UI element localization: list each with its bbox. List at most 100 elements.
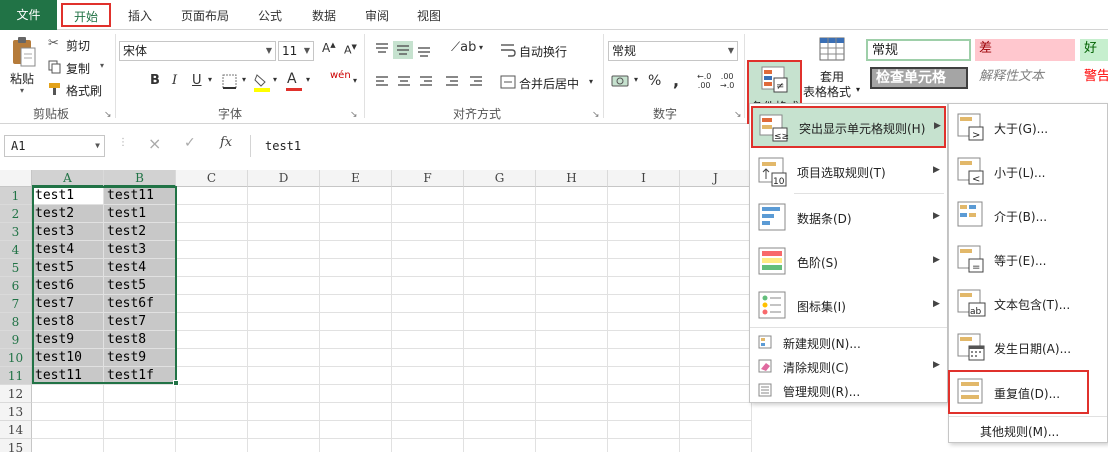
cell-a2[interactable]: test2: [32, 205, 104, 223]
row-header[interactable]: 15: [0, 439, 32, 452]
cell-j10[interactable]: [680, 349, 752, 367]
style-good[interactable]: 好: [1080, 39, 1108, 61]
cell-h3[interactable]: [536, 223, 608, 241]
cell-e10[interactable]: [320, 349, 392, 367]
cell-h7[interactable]: [536, 295, 608, 313]
cell-d8[interactable]: [248, 313, 320, 331]
cell-f12[interactable]: [392, 385, 464, 403]
cell-g15[interactable]: [464, 439, 536, 452]
copy-button[interactable]: 复制: [66, 60, 90, 77]
tab-data[interactable]: 数据: [302, 4, 346, 28]
submenu-greater-than[interactable]: > 大于(G)...: [949, 106, 1107, 150]
cell-a3[interactable]: test3: [32, 223, 104, 241]
cell-b10[interactable]: test9: [104, 349, 176, 367]
cell-h12[interactable]: [536, 385, 608, 403]
cell-e13[interactable]: [320, 403, 392, 421]
cell-j1[interactable]: [680, 187, 752, 205]
row-header[interactable]: 13: [0, 403, 32, 421]
underline-button[interactable]: U: [192, 73, 202, 88]
merge-dropdown-icon[interactable]: ▾: [589, 77, 593, 86]
row-header[interactable]: 5: [0, 259, 32, 277]
menu-manage-rules[interactable]: 管理规则(R)...: [750, 379, 947, 401]
paste-icon[interactable]: [10, 36, 36, 68]
name-box[interactable]: A1 ▼: [4, 135, 105, 157]
cell-h5[interactable]: [536, 259, 608, 277]
cell-b14[interactable]: [104, 421, 176, 439]
cell-h4[interactable]: [536, 241, 608, 259]
cell-a8[interactable]: test8: [32, 313, 104, 331]
cell-j6[interactable]: [680, 277, 752, 295]
submenu-date-occurring[interactable]: 发生日期(A)...: [949, 326, 1107, 370]
column-header-b[interactable]: B: [104, 170, 176, 187]
cell-e5[interactable]: [320, 259, 392, 277]
font-color-dropdown-icon[interactable]: ▾: [306, 75, 310, 84]
cell-e6[interactable]: [320, 277, 392, 295]
cell-b15[interactable]: [104, 439, 176, 452]
cell-i9[interactable]: [608, 331, 680, 349]
cell-e14[interactable]: [320, 421, 392, 439]
tab-page-layout[interactable]: 页面布局: [172, 4, 238, 28]
borders-icon[interactable]: [222, 74, 238, 90]
cell-g1[interactable]: [464, 187, 536, 205]
percent-button[interactable]: %: [648, 73, 661, 89]
cell-d2[interactable]: [248, 205, 320, 223]
cell-b8[interactable]: test7: [104, 313, 176, 331]
cell-c6[interactable]: [176, 277, 248, 295]
column-header-i[interactable]: I: [608, 170, 680, 187]
formula-input[interactable]: test1: [250, 135, 750, 157]
cell-h15[interactable]: [536, 439, 608, 452]
cell-j11[interactable]: [680, 367, 752, 385]
format-as-table-dropdown-icon[interactable]: ▾: [856, 85, 860, 94]
fill-color-dropdown-icon[interactable]: ▾: [273, 75, 277, 84]
cell-i7[interactable]: [608, 295, 680, 313]
format-as-table-label-2[interactable]: 表格格式: [803, 83, 851, 100]
cell-c10[interactable]: [176, 349, 248, 367]
cell-i12[interactable]: [608, 385, 680, 403]
cell-e15[interactable]: [320, 439, 392, 452]
phonetic-dropdown-icon[interactable]: ▾: [353, 76, 357, 85]
orientation-dropdown-icon[interactable]: ▾: [479, 43, 483, 52]
insert-function-icon[interactable]: fx: [220, 135, 232, 150]
tab-formulas[interactable]: 公式: [248, 4, 292, 28]
paste-dropdown-icon[interactable]: ▾: [20, 86, 24, 95]
cell-i13[interactable]: [608, 403, 680, 421]
comma-button[interactable]: ,: [673, 71, 679, 90]
cell-j9[interactable]: [680, 331, 752, 349]
cell-b7[interactable]: test6f: [104, 295, 176, 313]
cell-c11[interactable]: [176, 367, 248, 385]
number-launcher-icon[interactable]: ↘: [734, 110, 742, 120]
row-header[interactable]: 9: [0, 331, 32, 349]
cell-h1[interactable]: [536, 187, 608, 205]
cell-g11[interactable]: [464, 367, 536, 385]
style-bad[interactable]: 差: [975, 39, 1075, 61]
cell-f4[interactable]: [392, 241, 464, 259]
cell-h8[interactable]: [536, 313, 608, 331]
cell-j13[interactable]: [680, 403, 752, 421]
cell-a4[interactable]: test4: [32, 241, 104, 259]
cell-b4[interactable]: test3: [104, 241, 176, 259]
cell-c8[interactable]: [176, 313, 248, 331]
cell-i3[interactable]: [608, 223, 680, 241]
orientation-icon[interactable]: ⟋ab: [451, 40, 476, 55]
cell-a1[interactable]: test1: [32, 187, 104, 205]
fill-handle[interactable]: [173, 380, 179, 386]
format-painter-button[interactable]: 格式刷: [66, 82, 102, 99]
cell-e9[interactable]: [320, 331, 392, 349]
cell-f10[interactable]: [392, 349, 464, 367]
phonetic-guide-button[interactable]: wén: [330, 70, 351, 81]
font-size-combo[interactable]: 11 ▼: [278, 41, 314, 61]
tab-insert[interactable]: 插入: [118, 4, 162, 28]
font-name-combo[interactable]: 宋体 ▼: [119, 41, 276, 61]
row-header[interactable]: 10: [0, 349, 32, 367]
cell-h9[interactable]: [536, 331, 608, 349]
cut-button[interactable]: 剪切: [66, 37, 90, 54]
cell-b13[interactable]: [104, 403, 176, 421]
cell-j2[interactable]: [680, 205, 752, 223]
borders-dropdown-icon[interactable]: ▾: [242, 75, 246, 84]
cell-j4[interactable]: [680, 241, 752, 259]
menu-clear-rules[interactable]: 清除规则(C) ▶: [750, 355, 947, 377]
tab-home[interactable]: 开始: [61, 3, 111, 27]
cell-i1[interactable]: [608, 187, 680, 205]
cell-h13[interactable]: [536, 403, 608, 421]
cell-h10[interactable]: [536, 349, 608, 367]
